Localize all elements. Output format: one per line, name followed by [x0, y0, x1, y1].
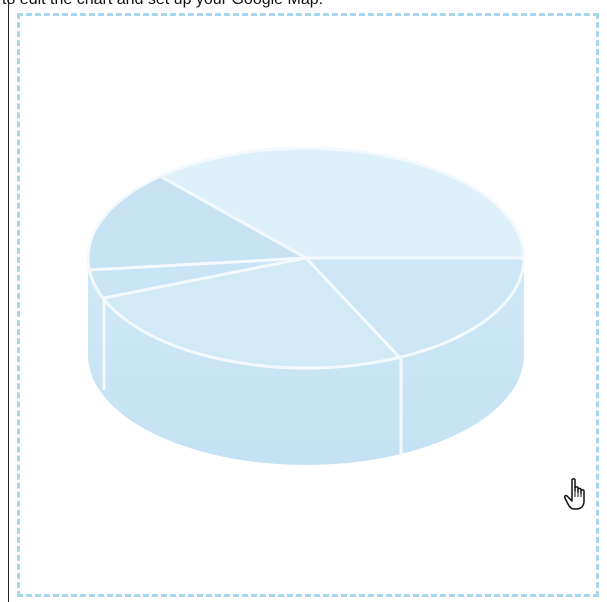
hand-pointer-icon	[564, 478, 585, 510]
pie-chart-3d-graphic	[86, 146, 526, 465]
